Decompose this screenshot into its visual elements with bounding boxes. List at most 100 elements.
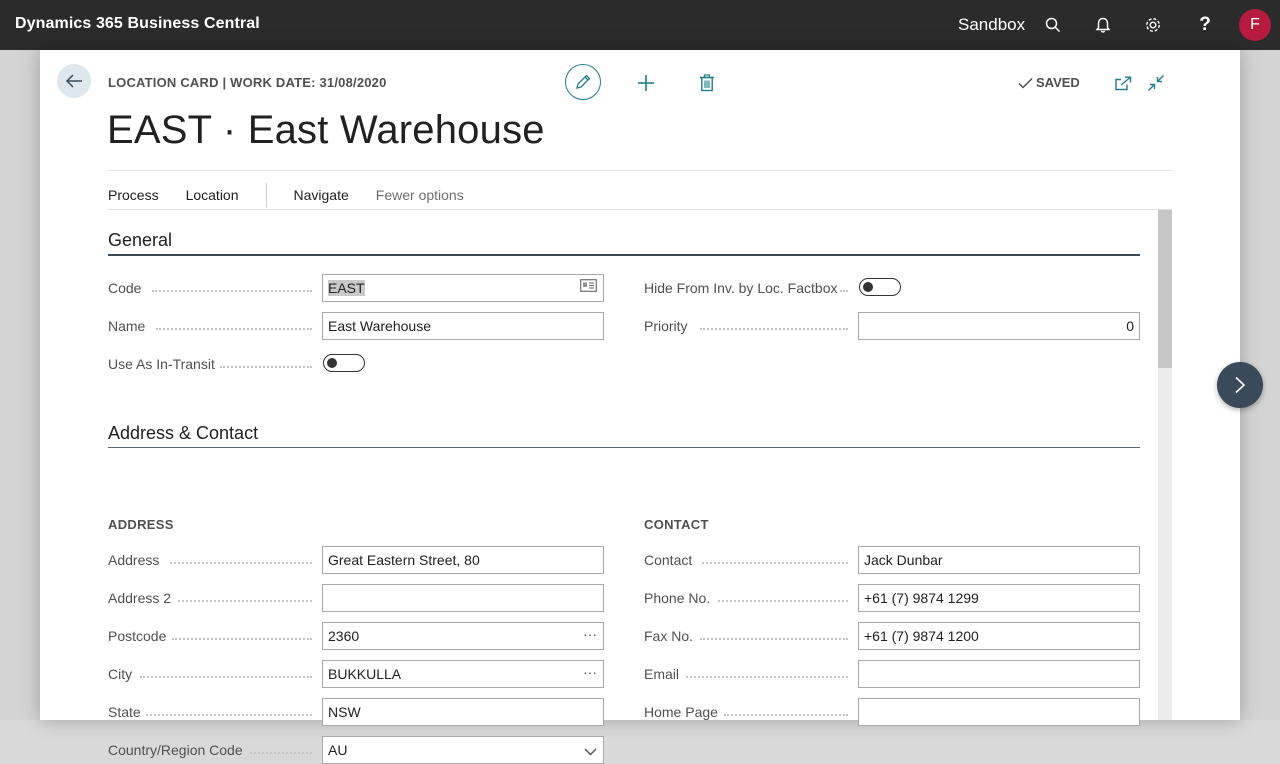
collapse-icon [1148, 75, 1164, 91]
priority-label: Priority [644, 318, 688, 334]
bell-icon[interactable] [1091, 13, 1115, 37]
open-in-new-window-icon [1114, 76, 1131, 90]
menu-fewer-options[interactable]: Fewer options [376, 187, 464, 203]
state-input[interactable]: NSW [322, 698, 604, 726]
field-country-region-code: Country/Region Code AU [108, 736, 604, 764]
leader-dots [724, 714, 848, 716]
field-address-2: Address 2 [108, 584, 604, 612]
menu-separator [265, 183, 267, 207]
page-title: EAST · East Warehouse [107, 108, 545, 152]
leader-dots [172, 638, 312, 640]
leader-dots [250, 752, 312, 754]
country-select[interactable]: AU [322, 736, 604, 764]
leader-dots [702, 562, 848, 564]
arrow-left-icon [65, 74, 82, 88]
leader-dots [700, 638, 848, 640]
fax-input[interactable]: +61 (7) 9874 1200 [858, 622, 1140, 650]
plus-icon [638, 75, 654, 91]
menu-process[interactable]: Process [108, 187, 159, 203]
section-address-contact-rule [108, 447, 1140, 448]
contact-card-icon[interactable] [580, 279, 597, 295]
title-divider [108, 170, 1172, 171]
leader-dots [140, 676, 312, 678]
field-hide-from-inv: Hide From Inv. by Loc. Factbox [644, 274, 1140, 302]
environment-label[interactable]: Sandbox [958, 15, 1025, 35]
contact-input[interactable]: Jack Dunbar [858, 546, 1140, 574]
menu-navigate[interactable]: Navigate [294, 187, 349, 203]
section-general-title[interactable]: General [108, 230, 172, 251]
fax-label: Fax No. [644, 628, 694, 644]
field-phone-no: Phone No. +61 (7) 9874 1299 [644, 584, 1140, 612]
action-menu: Process Location Navigate Fewer options [108, 183, 491, 207]
ellipsis-icon[interactable]: ··· [583, 664, 597, 680]
edit-button[interactable] [565, 64, 601, 100]
hide-toggle[interactable] [859, 278, 901, 296]
pencil-icon [576, 74, 591, 89]
avatar[interactable]: F [1239, 9, 1271, 41]
leader-dots [170, 562, 312, 564]
section-address-contact-title[interactable]: Address & Contact [108, 423, 258, 444]
field-code: Code EAST [108, 274, 604, 302]
state-label: State [108, 704, 141, 720]
app-title[interactable]: Dynamics 365 Business Central [15, 15, 260, 33]
contact-heading: CONTACT [644, 517, 709, 532]
chevron-right-icon [1235, 376, 1246, 394]
address-heading: ADDRESS [108, 517, 174, 532]
field-fax-no: Fax No. +61 (7) 9874 1200 [644, 622, 1140, 650]
leader-dots [178, 600, 312, 602]
address2-input[interactable] [322, 584, 604, 612]
page-caption: LOCATION CARD | WORK DATE: 31/08/2020 [108, 75, 387, 90]
saved-label: SAVED [1036, 75, 1080, 90]
scrollbar-thumb[interactable] [1158, 210, 1172, 368]
field-home-page: Home Page [644, 698, 1140, 726]
next-record-button[interactable] [1217, 362, 1263, 408]
collapse-button[interactable] [1145, 72, 1167, 94]
ellipsis-icon[interactable]: ··· [583, 626, 597, 642]
state-value: NSW [328, 704, 361, 720]
leader-dots [718, 600, 848, 602]
chevron-down-icon[interactable] [584, 743, 597, 759]
leader-dots [152, 290, 312, 292]
country-label: Country/Region Code [108, 742, 243, 758]
address-input[interactable]: Great Eastern Street, 80 [322, 546, 604, 574]
email-label: Email [644, 666, 680, 682]
toggle-knob [863, 281, 873, 292]
phone-input[interactable]: +61 (7) 9874 1299 [858, 584, 1140, 612]
menu-location[interactable]: Location [186, 187, 239, 203]
country-value: AU [328, 742, 348, 758]
background-page-left [0, 50, 40, 720]
field-use-as-in-transit: Use As In-Transit [108, 350, 604, 378]
leader-dots [220, 366, 312, 368]
field-email: Email [644, 660, 1140, 688]
location-card: LOCATION CARD | WORK DATE: 31/08/2020 SA… [40, 50, 1240, 764]
gear-icon[interactable] [1141, 13, 1165, 37]
code-label: Code [108, 280, 142, 296]
homepage-input[interactable] [858, 698, 1140, 726]
open-new-window-button[interactable] [1112, 72, 1134, 94]
name-label: Name [108, 318, 146, 334]
contact-label: Contact [644, 552, 693, 568]
help-icon[interactable]: ? [1193, 13, 1217, 37]
field-postcode: Postcode 2360 ··· [108, 622, 604, 650]
address-label: Address [108, 552, 160, 568]
postcode-input[interactable]: 2360 ··· [322, 622, 604, 650]
city-input[interactable]: BUKKULLA ··· [322, 660, 604, 688]
field-address: Address Great Eastern Street, 80 [108, 546, 604, 574]
homepage-label: Home Page [644, 704, 718, 720]
field-name: Name East Warehouse [108, 312, 604, 340]
phone-label: Phone No. [644, 590, 711, 606]
email-input[interactable] [858, 660, 1140, 688]
priority-input[interactable]: 0 [858, 312, 1140, 340]
in-transit-toggle[interactable] [323, 354, 365, 372]
delete-button[interactable] [696, 72, 718, 94]
field-city: City BUKKULLA ··· [108, 660, 604, 688]
name-input[interactable]: East Warehouse [322, 312, 604, 340]
address-value: Great Eastern Street, 80 [328, 552, 480, 568]
search-icon[interactable] [1041, 13, 1065, 37]
back-button[interactable] [57, 64, 91, 98]
new-button[interactable] [635, 72, 657, 94]
code-input[interactable]: EAST [322, 274, 604, 302]
postcode-value: 2360 [328, 628, 360, 644]
hide-label: Hide From Inv. by Loc. Factbox [644, 280, 838, 296]
top-bar: Dynamics 365 Business Central Sandbox ? … [0, 0, 1280, 50]
